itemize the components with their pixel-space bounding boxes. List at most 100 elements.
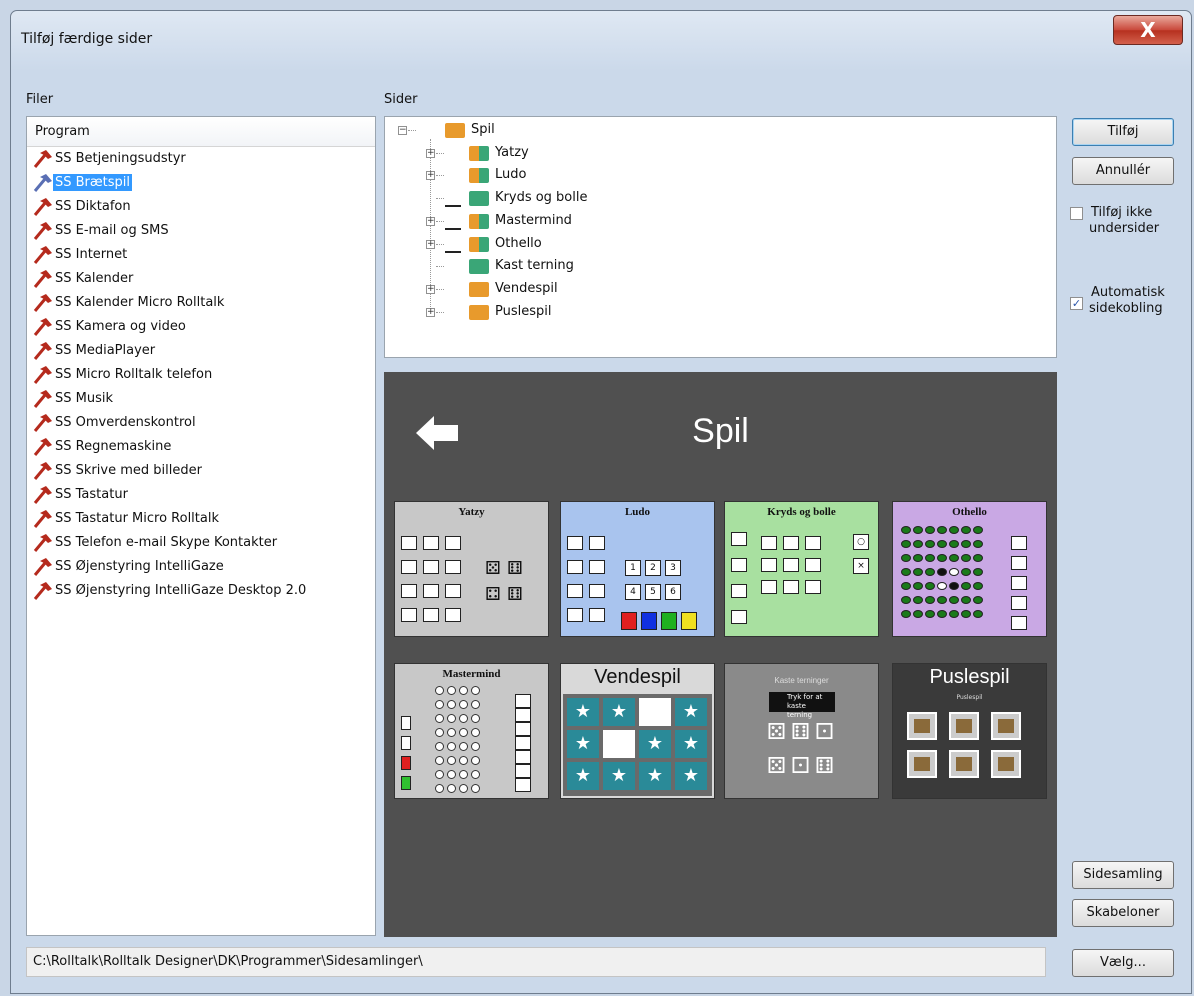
list-item[interactable]: SS Regnemaskine	[27, 435, 375, 459]
list-item[interactable]: SS Internet	[27, 243, 375, 267]
othello-piece	[949, 554, 959, 562]
list-item[interactable]: SS Musik	[27, 387, 375, 411]
tree-item-label: Mastermind	[495, 212, 572, 228]
add-button[interactable]: Tilføj	[1072, 118, 1174, 146]
program-hammer-icon	[31, 149, 53, 168]
cancel-button[interactable]: Annullér	[1072, 157, 1174, 185]
thumbnail-title: Othello	[952, 506, 987, 518]
expand-icon[interactable]: +	[426, 171, 435, 181]
othello-piece	[961, 610, 971, 618]
list-item-label: SS Diktafon	[55, 199, 131, 214]
tree-root-label: Spil	[471, 122, 495, 137]
list-item[interactable]: SS MediaPlayer	[27, 339, 375, 363]
tree-item[interactable]: + Vendespil	[385, 278, 1045, 300]
files-list[interactable]: Program SS Betjeningsudstyr SS Brætspil SS…	[26, 116, 376, 936]
expand-icon[interactable]: +	[426, 216, 435, 226]
dice-icon: ⚅	[507, 558, 523, 579]
link-marker	[445, 205, 461, 208]
expand-icon[interactable]: +	[426, 239, 435, 249]
list-item-label: SS Tastatur	[55, 487, 128, 502]
auto-link-option[interactable]: ✓ Automatisk sidekobling	[1070, 285, 1180, 317]
tree-item[interactable]: Kast terning	[385, 255, 1045, 277]
link-marker	[445, 250, 461, 253]
collapse-icon[interactable]: −	[398, 126, 407, 135]
grid-cell	[515, 764, 531, 778]
folder-icon	[469, 191, 489, 207]
othello-piece	[961, 596, 971, 604]
thumbnail-title: Kaste terninger	[774, 676, 829, 685]
peg-slot	[471, 714, 480, 723]
list-item[interactable]: SS Kamera og video	[27, 315, 375, 339]
page-thumbnail[interactable]: Puslespil Puslespil	[892, 663, 1047, 799]
tree-connector	[436, 175, 444, 177]
tree-item[interactable]: + Ludo	[385, 164, 1045, 186]
close-button[interactable]: X	[1113, 15, 1183, 45]
column-header-program[interactable]: Program	[27, 117, 375, 147]
list-item[interactable]: SS Omverdenskontrol	[27, 411, 375, 435]
tree-item[interactable]: + Mastermind	[385, 210, 1045, 232]
list-item[interactable]: SS Tastatur	[27, 483, 375, 507]
grid-cell	[401, 536, 417, 550]
expand-icon[interactable]: +	[426, 284, 435, 294]
no-subpages-option[interactable]: Tilføj ikke undersider	[1070, 205, 1180, 237]
program-hammer-icon	[31, 389, 53, 408]
grid-cell	[731, 610, 747, 624]
othello-piece	[901, 554, 911, 562]
othello-piece	[973, 610, 983, 618]
number-cell: 3	[665, 560, 681, 576]
list-item[interactable]: SS Brætspil	[27, 171, 375, 195]
list-item[interactable]: SS Diktafon	[27, 195, 375, 219]
peg-slot	[435, 686, 444, 695]
othello-piece	[901, 582, 911, 590]
list-item[interactable]: SS Kalender Micro Rolltalk	[27, 291, 375, 315]
list-item[interactable]: SS Kalender	[27, 267, 375, 291]
card: ★	[567, 698, 599, 726]
othello-piece	[913, 610, 923, 618]
choose-button[interactable]: Vælg...	[1072, 949, 1174, 977]
list-item[interactable]: SS Telefon e-mail Skype Kontakter	[27, 531, 375, 555]
list-item[interactable]: SS Betjeningsudstyr	[27, 147, 375, 171]
folder-icon	[469, 259, 489, 275]
othello-piece	[937, 540, 947, 548]
list-item[interactable]: SS Øjenstyring IntelliGaze	[27, 555, 375, 579]
no-subpages-checkbox[interactable]	[1070, 207, 1083, 220]
page-thumbnail[interactable]: Vendespil ★ ★ ★ ★ ★ ★ ★ ★ ★ ★	[560, 663, 715, 799]
tree-item[interactable]: + Puslespil	[385, 301, 1045, 323]
list-item[interactable]: SS E-mail og SMS	[27, 219, 375, 243]
tree-item[interactable]: Kryds og bolle	[385, 187, 1045, 209]
list-item[interactable]: SS Øjenstyring IntelliGaze Desktop 2.0	[27, 579, 375, 603]
list-item-label: SS Kalender Micro Rolltalk	[55, 295, 225, 310]
expand-icon[interactable]: +	[426, 148, 435, 158]
page-thumbnail[interactable]: Othello	[892, 501, 1047, 637]
grid-cell	[567, 536, 583, 550]
othello-piece	[901, 610, 911, 618]
tree-item[interactable]: + Yatzy	[385, 142, 1045, 164]
list-item-label: SS Omverdenskontrol	[55, 415, 196, 430]
page-thumbnail[interactable]: Kaste terninger Tryk for at kaste terning…	[724, 663, 879, 799]
page-collection-button[interactable]: Sidesamling	[1072, 861, 1174, 889]
grid-cell	[445, 608, 461, 622]
templates-button[interactable]: Skabeloner	[1072, 899, 1174, 927]
page-thumbnail[interactable]: Mastermind	[394, 663, 549, 799]
program-hammer-icon	[31, 341, 53, 360]
tree-item[interactable]: + Othello	[385, 233, 1045, 255]
page-thumbnail[interactable]: Ludo 1 2 3 4 5 6	[560, 501, 715, 637]
list-item[interactable]: SS Tastatur Micro Rolltalk	[27, 507, 375, 531]
page-thumbnail[interactable]: Yatzy ⚄ ⚅ ⚃ ⚅	[394, 501, 549, 637]
othello-piece	[901, 540, 911, 548]
auto-link-checkbox[interactable]: ✓	[1070, 297, 1083, 310]
peg-slot	[435, 756, 444, 765]
throw-dice-button[interactable]: Tryk for at kaste terning	[769, 692, 835, 719]
number-cell: 2	[645, 560, 661, 576]
othello-piece	[925, 540, 935, 548]
tree-root[interactable]: − Spil	[385, 119, 1045, 141]
pages-tree[interactable]: − Spil + Yatzy + Ludo Kryds og bolle + Mastermin…	[384, 116, 1057, 358]
list-item[interactable]: SS Skrive med billeder	[27, 459, 375, 483]
expand-icon[interactable]: +	[426, 307, 435, 317]
list-item-label: SS Kalender	[55, 271, 134, 286]
page-thumbnail[interactable]: Kryds og bolle ○ ×	[724, 501, 879, 637]
puzzle-image	[956, 757, 972, 771]
card: ★	[639, 762, 671, 790]
peg-slot	[459, 784, 468, 793]
list-item[interactable]: SS Micro Rolltalk telefon	[27, 363, 375, 387]
